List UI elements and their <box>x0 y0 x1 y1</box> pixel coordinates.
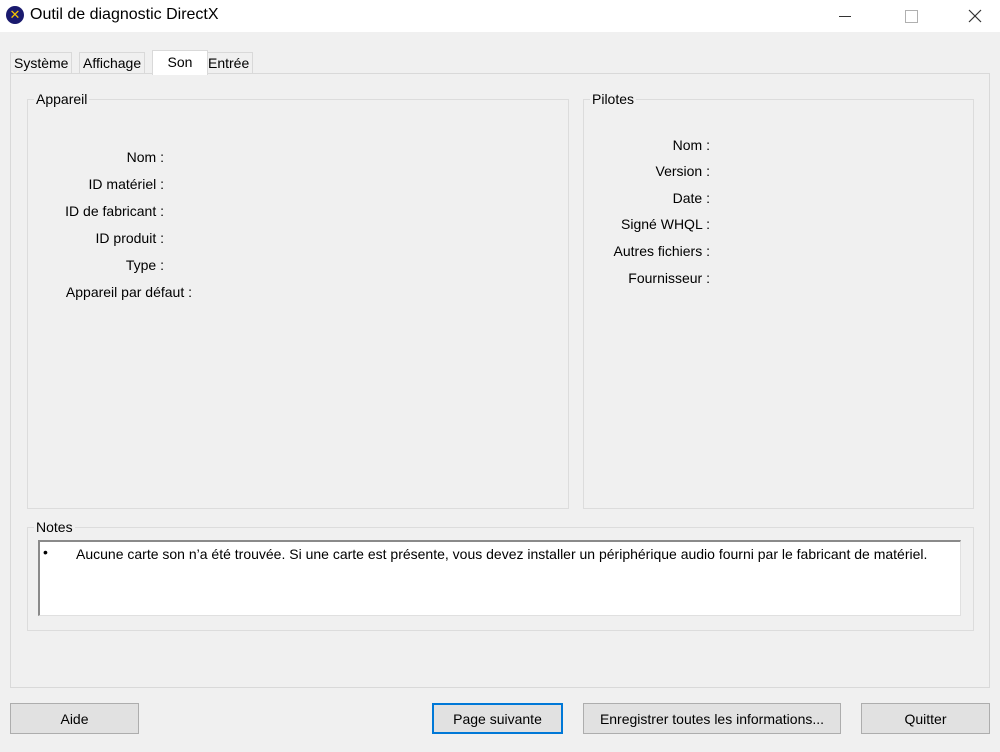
directx-app-icon: ✕ <box>6 6 24 24</box>
driver-date-label: Date : <box>672 190 710 206</box>
device-hardware-id-label: ID matériel : <box>88 176 164 192</box>
close-icon <box>968 9 982 23</box>
tab-systeme[interactable]: Système <box>10 52 73 74</box>
next-page-button[interactable]: Page suivante <box>432 703 563 734</box>
maximize-button[interactable] <box>888 0 934 32</box>
notes-group: Notes • Aucune carte son n’a été trouvée… <box>27 519 974 631</box>
device-group-title: Appareil <box>34 91 90 107</box>
device-group: Appareil Nom : ID matériel : ID de fabri… <box>27 91 569 509</box>
notes-group-title: Notes <box>34 519 75 535</box>
device-default-label: Appareil par défaut : <box>65 284 192 300</box>
tab-panel-son: Appareil Nom : ID matériel : ID de fabri… <box>10 73 990 688</box>
device-type-label: Type : <box>125 257 164 273</box>
note-item: Aucune carte son n’a été trouvée. Si une… <box>76 546 928 562</box>
bullet-icon: • <box>43 544 48 560</box>
minimize-icon <box>839 15 851 17</box>
quit-button[interactable]: Quitter <box>861 703 990 734</box>
tab-son[interactable]: Son <box>152 50 208 75</box>
driver-name-label: Nom : <box>672 137 710 153</box>
drivers-group-title: Pilotes <box>590 91 637 107</box>
driver-provider-label: Fournisseur : <box>628 270 710 286</box>
close-button[interactable] <box>952 0 998 32</box>
tab-entree[interactable]: Entrée <box>204 52 254 74</box>
device-manufacturer-id-label: ID de fabricant : <box>65 203 164 219</box>
notes-textbox[interactable]: • Aucune carte son n’a été trouvée. Si u… <box>38 540 961 616</box>
help-button[interactable]: Aide <box>10 703 139 734</box>
title-bar: ✕ Outil de diagnostic DirectX <box>0 0 1000 32</box>
driver-version-label: Version : <box>655 163 710 179</box>
device-product-id-label: ID produit : <box>95 230 164 246</box>
window-title: Outil de diagnostic DirectX <box>30 6 219 23</box>
minimize-button[interactable] <box>822 0 868 32</box>
device-name-label: Nom : <box>126 149 164 165</box>
tab-affichage[interactable]: Affichage <box>79 52 146 74</box>
driver-other-files-label: Autres fichiers : <box>613 243 710 259</box>
save-all-info-button[interactable]: Enregistrer toutes les informations... <box>583 703 841 734</box>
drivers-group: Pilotes Nom : Version : Date : Signé WHQ… <box>583 91 974 509</box>
driver-whql-label: Signé WHQL : <box>621 216 710 232</box>
maximize-icon <box>904 9 918 23</box>
